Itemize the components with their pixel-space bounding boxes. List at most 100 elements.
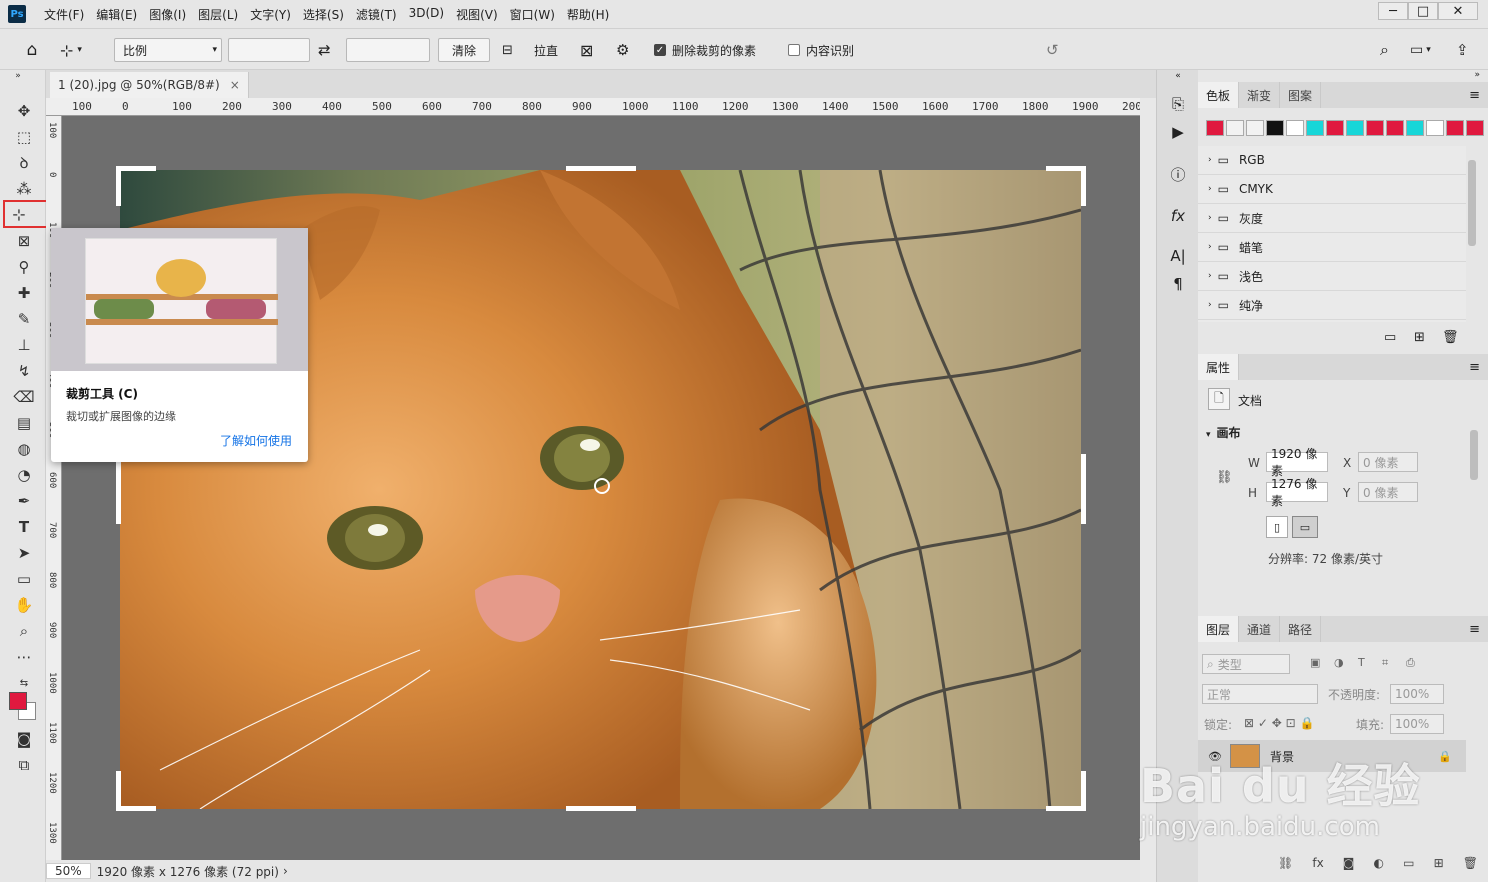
swatch-folder[interactable]: › ▭ CMYK [1198,175,1466,204]
menu-window[interactable]: 窗口(W) [504,6,561,23]
panel-menu-icon[interactable]: ≡ [1469,616,1488,642]
swatch-folder[interactable]: › ▭ 灰度 [1198,204,1466,233]
swatch[interactable] [1426,120,1444,136]
more-tools-icon[interactable]: ⋯ [12,646,36,668]
ratio-select[interactable]: 比例 ▾ [114,38,222,62]
eraser-tool-icon[interactable]: ⌫ [12,386,36,408]
close-icon[interactable]: × [230,78,240,92]
swatch[interactable] [1306,120,1324,136]
group-icon[interactable]: ▭ [1403,856,1414,870]
canvas-width-field[interactable]: 1920 像素 [1266,447,1328,478]
play-icon[interactable]: ▶ [1165,120,1191,144]
search-icon[interactable]: ⌕ [1380,38,1402,62]
swatch-folder[interactable]: › ▭ RGB [1198,146,1466,175]
collapse-icon[interactable]: « [1165,70,1191,82]
tab-paths[interactable]: 路径 [1280,616,1322,642]
new-group-icon[interactable]: ▭ [1384,330,1396,345]
tab-properties[interactable]: 属性 [1198,354,1240,380]
screen-mode-icon[interactable]: ⧉ [12,754,36,776]
crop-preset-icon[interactable]: ⊹ ▾ [60,38,102,62]
tab-layers[interactable]: 图层 [1198,616,1240,642]
chevron-right-icon[interactable]: › [283,864,288,878]
crop-handle-top-right-v[interactable] [1081,166,1086,206]
rectangle-tool-icon[interactable]: ▭ [12,568,36,590]
crop-handle-top[interactable] [566,166,636,171]
close-window-button[interactable]: ✕ [1438,2,1478,20]
swatch[interactable] [1346,120,1364,136]
crop-handle-bottom-right[interactable] [1046,806,1086,811]
clear-button[interactable]: 清除 [438,38,490,62]
canvas-section-header[interactable]: ▾ 画布 [1206,424,1241,441]
delete-cropped-checkbox[interactable]: ✓ 删除裁剪的像素 [654,38,756,62]
tab-gradients[interactable]: 渐变 [1239,82,1281,108]
straighten-button[interactable]: 拉直 [534,38,558,62]
crop-handle-bottom[interactable] [566,806,636,811]
marquee-tool-icon[interactable]: ⬚ [12,126,36,148]
crop-handle-left[interactable] [116,454,121,524]
history-brush-tool-icon[interactable]: ↯ [12,360,36,382]
expand-icon[interactable]: » [1198,70,1488,82]
home-icon[interactable]: ⌂ [18,38,46,62]
adjustment-icon[interactable]: ◐ [1374,856,1384,870]
mask-icon[interactable]: ◙ [1343,856,1355,870]
tab-channels[interactable]: 通道 [1239,616,1281,642]
ratio-width-input[interactable] [228,38,310,62]
ratio-height-input[interactable] [346,38,430,62]
straighten-icon[interactable]: ⊟ [502,38,524,62]
new-layer-icon[interactable]: ⊞ [1434,856,1444,870]
canvas-y-field[interactable]: 0 像素 [1358,482,1418,502]
portrait-icon[interactable]: ▯ [1266,516,1288,538]
foreground-color-swatch[interactable] [9,692,27,710]
blur-tool-icon[interactable]: ◍ [12,438,36,460]
frame-tool-icon[interactable]: ⊠ [12,230,36,252]
scrollbar-thumb[interactable] [1468,160,1476,246]
canvas-height-field[interactable]: 1276 像素 [1266,477,1328,508]
swatch[interactable] [1266,120,1284,136]
dodge-tool-icon[interactable]: ◔ [12,464,36,486]
stamp-tool-icon[interactable]: ⊥ [12,334,36,356]
share-icon[interactable]: ⇪ [1456,38,1478,62]
swatch-folder[interactable]: › ▭ 纯净 [1198,291,1466,320]
swatch[interactable] [1326,120,1344,136]
menu-3d[interactable]: 3D(D) [403,6,450,23]
filter-smart-icon[interactable]: ⎙ [1406,656,1415,670]
document-tab[interactable]: 1 (20).jpg @ 50%(RGB/8#) × [50,72,249,98]
gradient-tool-icon[interactable]: ▤ [12,412,36,434]
crop-handle-right[interactable] [1081,454,1086,524]
menu-edit[interactable]: 编辑(E) [90,6,143,23]
content-aware-checkbox[interactable]: 内容识别 [788,38,854,62]
brush-tool-icon[interactable]: ✎ [12,308,36,330]
crop-handle-bottom-left[interactable] [116,806,156,811]
link-icon[interactable]: ⛓ [1216,470,1233,485]
swatch[interactable] [1246,120,1264,136]
swatch[interactable] [1226,120,1244,136]
lock-icons[interactable]: ⊠ ✓ ✥ ⊡ 🔒 [1244,716,1314,730]
crop-handle-top-left[interactable] [116,166,156,171]
move-tool-icon[interactable]: ✥ [12,100,36,122]
paragraph-icon[interactable]: ¶ [1165,272,1191,296]
swatch[interactable] [1366,120,1384,136]
menu-layer[interactable]: 图层(L) [192,6,244,23]
crop-handle-top-left-v[interactable] [116,166,121,206]
swatch[interactable] [1286,120,1304,136]
maximize-button[interactable]: □ [1408,2,1438,20]
quick-mask-icon[interactable]: ◙ [12,728,36,750]
swatch[interactable] [1406,120,1424,136]
fx-icon[interactable]: fx [1312,856,1323,870]
menu-filter[interactable]: 滤镜(T) [350,6,403,23]
magic-wand-tool-icon[interactable]: ⁂ [12,178,36,200]
hand-tool-icon[interactable]: ✋ [12,594,36,616]
fx-icon[interactable]: fx [1165,204,1191,228]
swatch-folder[interactable]: › ▭ 蜡笔 [1198,233,1466,262]
swap-colors-icon[interactable]: ⇆ [12,672,36,694]
gear-icon[interactable]: ⚙ [616,38,638,62]
zoom-level[interactable]: 50% [46,863,91,879]
link-layers-icon[interactable]: ⛓ [1278,856,1293,870]
landscape-icon[interactable]: ▭ [1292,516,1318,538]
crop-tool-button[interactable]: ⊹ [3,200,49,228]
pen-tool-icon[interactable]: ✒ [12,490,36,512]
new-swatch-icon[interactable]: ⊞ [1414,330,1425,345]
canvas-x-field[interactable]: 0 像素 [1358,452,1418,472]
opacity-field[interactable]: 100% [1390,684,1444,704]
healing-brush-tool-icon[interactable]: ✚ [12,282,36,304]
